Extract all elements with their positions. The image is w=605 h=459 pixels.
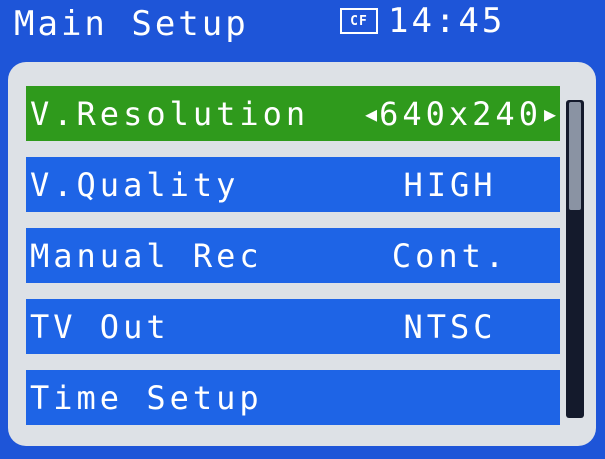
page-title: Main Setup [14,4,249,44]
arrow-right-icon[interactable]: ▶ [544,102,556,126]
menu-item-time-setup[interactable]: Time Setup [26,370,560,425]
main-setup-screen: Main Setup CF 14:45 V.Resolution ◀ 640x2… [0,0,605,459]
clock-time: 14:45 [388,1,506,41]
menu-item-v-resolution[interactable]: V.Resolution ◀ 640x240 ▶ [26,86,560,141]
arrow-left-icon[interactable]: ◀ [365,102,377,126]
menu-item-value: ◀ 640x240 ▶ [365,95,556,133]
menu-item-value: HIGH [403,165,497,204]
resolution-value: 640x240 [379,94,542,133]
header-bar: Main Setup CF 14:45 [14,0,594,48]
menu-item-manual-rec[interactable]: Manual Rec Cont. [26,228,560,283]
scrollbar[interactable] [566,100,584,418]
menu-item-value: NTSC [403,307,497,346]
menu-item-label: Manual Rec [30,236,263,275]
menu-item-tv-out[interactable]: TV Out NTSC [26,299,560,354]
menu-item-value: Cont. [391,236,509,275]
cf-card-badge: CF [340,8,378,34]
menu-item-v-quality[interactable]: V.Quality HIGH [26,157,560,212]
menu-item-label: TV Out [30,307,170,346]
menu-item-label: V.Resolution [30,94,310,133]
menu-item-label: Time Setup [30,378,263,417]
settings-menu: V.Resolution ◀ 640x240 ▶ V.Quality HIGH … [26,86,560,441]
scrollbar-thumb[interactable] [569,102,581,210]
menu-item-label: V.Quality [30,165,240,204]
